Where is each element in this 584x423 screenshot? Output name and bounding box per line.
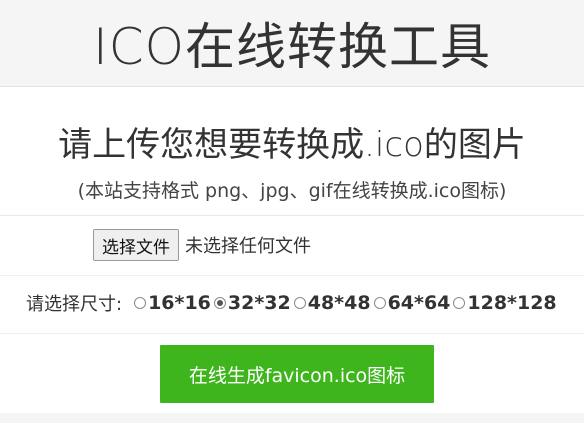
size-selector: 请选择尺寸: 16*16 32*32 48*48 64*64 128*128 [26, 289, 560, 317]
file-input[interactable]: 选择文件 未选择任何文件 [93, 229, 311, 261]
radio-button[interactable] [293, 297, 306, 309]
divider [0, 215, 584, 216]
size-option-48[interactable]: 48*48 [293, 292, 371, 314]
upload-heading: 请上传您想要转换成.ico的图片 [58, 125, 526, 165]
size-label: 请选择尺寸: [26, 294, 123, 315]
size-option-16[interactable]: 16*16 [134, 292, 211, 314]
radio-button-selected[interactable] [213, 297, 226, 309]
size-option-label: 64*64 [387, 292, 451, 314]
size-option-label: 32*32 [227, 292, 291, 314]
divider [0, 333, 584, 334]
generate-favicon-button[interactable]: 在线生成favicon.ico图标 [160, 345, 434, 403]
size-option-128[interactable]: 128*128 [453, 292, 557, 314]
choose-file-button[interactable]: 选择文件 [93, 229, 179, 261]
file-status-text: 未选择任何文件 [185, 236, 311, 257]
page-title: ICO在线转换工具 [92, 18, 491, 76]
size-option-64[interactable]: 64*64 [373, 292, 451, 314]
radio-button[interactable] [373, 297, 386, 309]
supported-formats-note: (本站支持格式 png、jpg、gif在线转换成.ico图标) [77, 180, 507, 202]
size-option-label: 128*128 [467, 292, 557, 314]
size-option-label: 48*48 [307, 292, 371, 314]
radio-button[interactable] [134, 297, 147, 309]
divider [0, 275, 584, 276]
radio-button[interactable] [453, 297, 466, 309]
site-header: ICO在线转换工具 [0, 0, 584, 87]
footer-strip [0, 413, 584, 423]
converter-panel: 请上传您想要转换成.ico的图片 (本站支持格式 png、jpg、gif在线转换… [0, 87, 584, 413]
size-option-32[interactable]: 32*32 [213, 292, 291, 314]
size-option-label: 16*16 [148, 292, 211, 314]
